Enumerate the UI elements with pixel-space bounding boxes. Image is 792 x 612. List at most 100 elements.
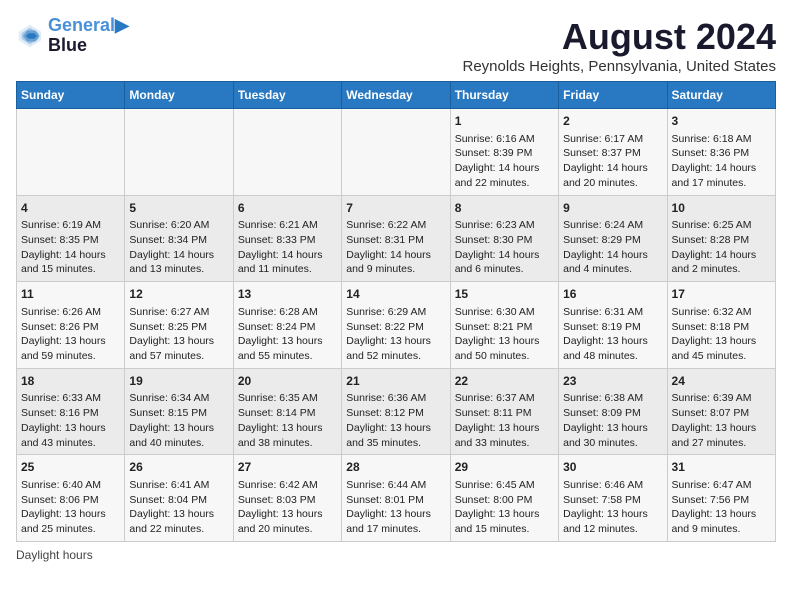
header: General▶ Blue August 2024 Reynolds Heigh… bbox=[16, 16, 776, 75]
calendar-cell: 20Sunrise: 6:35 AM Sunset: 8:14 PM Dayli… bbox=[233, 368, 341, 455]
header-cell-friday: Friday bbox=[559, 82, 667, 109]
day-info: Sunrise: 6:18 AM Sunset: 8:36 PM Dayligh… bbox=[672, 132, 771, 191]
day-number: 19 bbox=[129, 373, 228, 390]
day-number: 4 bbox=[21, 200, 120, 217]
day-info: Sunrise: 6:44 AM Sunset: 8:01 PM Dayligh… bbox=[346, 478, 445, 537]
calendar-cell bbox=[125, 109, 233, 196]
day-number: 2 bbox=[563, 113, 662, 130]
calendar-cell: 19Sunrise: 6:34 AM Sunset: 8:15 PM Dayli… bbox=[125, 368, 233, 455]
day-number: 23 bbox=[563, 373, 662, 390]
calendar-cell: 16 Sunrise: 6:31 AM Sunset: 8:19 PM Dayli… bbox=[559, 282, 667, 369]
week-row-4: 18Sunrise: 6:33 AM Sunset: 8:16 PM Dayli… bbox=[17, 368, 776, 455]
day-info: Sunrise: 6:16 AM Sunset: 8:39 PM Dayligh… bbox=[455, 132, 554, 191]
calendar-cell: 3Sunrise: 6:18 AM Sunset: 8:36 PM Daylig… bbox=[667, 109, 775, 196]
day-number: 12 bbox=[129, 286, 228, 303]
header-cell-sunday: Sunday bbox=[17, 82, 125, 109]
day-info: Sunrise: 6:46 AM Sunset: 7:58 PM Dayligh… bbox=[563, 478, 662, 537]
calendar-cell: 18Sunrise: 6:33 AM Sunset: 8:16 PM Dayli… bbox=[17, 368, 125, 455]
header-cell-wednesday: Wednesday bbox=[342, 82, 450, 109]
calendar-cell: 14Sunrise: 6:29 AM Sunset: 8:22 PM Dayli… bbox=[342, 282, 450, 369]
day-info: Sunrise: 6:29 AM Sunset: 8:22 PM Dayligh… bbox=[346, 305, 445, 364]
calendar-cell: 13Sunrise: 6:28 AM Sunset: 8:24 PM Dayli… bbox=[233, 282, 341, 369]
calendar-cell bbox=[17, 109, 125, 196]
calendar-cell: 5Sunrise: 6:20 AM Sunset: 8:34 PM Daylig… bbox=[125, 195, 233, 282]
day-info: Sunrise: 6:27 AM Sunset: 8:25 PM Dayligh… bbox=[129, 305, 228, 364]
day-number: 8 bbox=[455, 200, 554, 217]
calendar-cell: 31 Sunrise: 6:47 AM Sunset: 7:56 PM Dayli… bbox=[667, 455, 775, 542]
week-row-3: 11 Sunrise: 6:26 AM Sunset: 8:26 PM Dayli… bbox=[17, 282, 776, 369]
logo-accent: ▶ bbox=[115, 15, 129, 35]
calendar-cell: 9Sunrise: 6:24 AM Sunset: 8:29 PM Daylig… bbox=[559, 195, 667, 282]
day-info: Sunrise: 6:34 AM Sunset: 8:15 PM Dayligh… bbox=[129, 391, 228, 450]
day-number: 24 bbox=[672, 373, 771, 390]
day-number: 26 bbox=[129, 459, 228, 476]
header-cell-saturday: Saturday bbox=[667, 82, 775, 109]
header-cell-tuesday: Tuesday bbox=[233, 82, 341, 109]
day-info: Sunrise: 6:42 AM Sunset: 8:03 PM Dayligh… bbox=[238, 478, 337, 537]
day-number: 28 bbox=[346, 459, 445, 476]
day-number: 17 bbox=[672, 286, 771, 303]
day-info: Sunrise: 6:30 AM Sunset: 8:21 PM Dayligh… bbox=[455, 305, 554, 364]
footer-note: Daylight hours bbox=[16, 548, 776, 562]
footer-text: Daylight hours bbox=[16, 548, 93, 562]
week-row-2: 4Sunrise: 6:19 AM Sunset: 8:35 PM Daylig… bbox=[17, 195, 776, 282]
calendar-cell: 30 Sunrise: 6:46 AM Sunset: 7:58 PM Dayli… bbox=[559, 455, 667, 542]
day-info: Sunrise: 6:45 AM Sunset: 8:00 PM Dayligh… bbox=[455, 478, 554, 537]
day-number: 5 bbox=[129, 200, 228, 217]
day-info: Sunrise: 6:24 AM Sunset: 8:29 PM Dayligh… bbox=[563, 218, 662, 277]
calendar-cell: 21Sunrise: 6:36 AM Sunset: 8:12 PM Dayli… bbox=[342, 368, 450, 455]
day-number: 18 bbox=[21, 373, 120, 390]
calendar-cell: 24Sunrise: 6:39 AM Sunset: 8:07 PM Dayli… bbox=[667, 368, 775, 455]
day-number: 1 bbox=[455, 113, 554, 130]
calendar-cell: 28 Sunrise: 6:44 AM Sunset: 8:01 PM Dayli… bbox=[342, 455, 450, 542]
calendar-cell: 12 Sunrise: 6:27 AM Sunset: 8:25 PM Dayli… bbox=[125, 282, 233, 369]
logo-line1: General bbox=[48, 15, 115, 35]
calendar-cell: 8Sunrise: 6:23 AM Sunset: 8:30 PM Daylig… bbox=[450, 195, 558, 282]
calendar-header: SundayMondayTuesdayWednesdayThursdayFrid… bbox=[17, 82, 776, 109]
day-info: Sunrise: 6:33 AM Sunset: 8:16 PM Dayligh… bbox=[21, 391, 120, 450]
title-block: August 2024 Reynolds Heights, Pennsylvan… bbox=[462, 16, 776, 75]
day-number: 15 bbox=[455, 286, 554, 303]
subtitle: Reynolds Heights, Pennsylvania, United S… bbox=[462, 58, 776, 75]
calendar-cell: 22Sunrise: 6:37 AM Sunset: 8:11 PM Dayli… bbox=[450, 368, 558, 455]
calendar-body: 1 Sunrise: 6:16 AM Sunset: 8:39 PM Daylig… bbox=[17, 109, 776, 542]
calendar-cell: 4Sunrise: 6:19 AM Sunset: 8:35 PM Daylig… bbox=[17, 195, 125, 282]
day-info: Sunrise: 6:23 AM Sunset: 8:30 PM Dayligh… bbox=[455, 218, 554, 277]
calendar-cell: 26Sunrise: 6:41 AM Sunset: 8:04 PM Dayli… bbox=[125, 455, 233, 542]
day-number: 11 bbox=[21, 286, 120, 303]
day-info: Sunrise: 6:37 AM Sunset: 8:11 PM Dayligh… bbox=[455, 391, 554, 450]
header-row: SundayMondayTuesdayWednesdayThursdayFrid… bbox=[17, 82, 776, 109]
day-info: Sunrise: 6:20 AM Sunset: 8:34 PM Dayligh… bbox=[129, 218, 228, 277]
header-cell-thursday: Thursday bbox=[450, 82, 558, 109]
day-info: Sunrise: 6:31 AM Sunset: 8:19 PM Dayligh… bbox=[563, 305, 662, 364]
day-info: Sunrise: 6:32 AM Sunset: 8:18 PM Dayligh… bbox=[672, 305, 771, 364]
calendar-cell: 2Sunrise: 6:17 AM Sunset: 8:37 PM Daylig… bbox=[559, 109, 667, 196]
day-info: Sunrise: 6:47 AM Sunset: 7:56 PM Dayligh… bbox=[672, 478, 771, 537]
day-info: Sunrise: 6:21 AM Sunset: 8:33 PM Dayligh… bbox=[238, 218, 337, 277]
week-row-5: 25Sunrise: 6:40 AM Sunset: 8:06 PM Dayli… bbox=[17, 455, 776, 542]
day-number: 21 bbox=[346, 373, 445, 390]
logo-text: General▶ Blue bbox=[48, 16, 129, 56]
day-info: Sunrise: 6:22 AM Sunset: 8:31 PM Dayligh… bbox=[346, 218, 445, 277]
day-number: 20 bbox=[238, 373, 337, 390]
day-number: 30 bbox=[563, 459, 662, 476]
calendar-cell: 23Sunrise: 6:38 AM Sunset: 8:09 PM Dayli… bbox=[559, 368, 667, 455]
calendar-cell bbox=[233, 109, 341, 196]
logo-line2: Blue bbox=[48, 36, 129, 56]
calendar-cell: 6Sunrise: 6:21 AM Sunset: 8:33 PM Daylig… bbox=[233, 195, 341, 282]
day-number: 7 bbox=[346, 200, 445, 217]
calendar-cell: 15 Sunrise: 6:30 AM Sunset: 8:21 PM Dayli… bbox=[450, 282, 558, 369]
day-number: 29 bbox=[455, 459, 554, 476]
day-info: Sunrise: 6:19 AM Sunset: 8:35 PM Dayligh… bbox=[21, 218, 120, 277]
day-number: 22 bbox=[455, 373, 554, 390]
day-info: Sunrise: 6:28 AM Sunset: 8:24 PM Dayligh… bbox=[238, 305, 337, 364]
main-title: August 2024 bbox=[462, 16, 776, 58]
day-number: 6 bbox=[238, 200, 337, 217]
day-number: 31 bbox=[672, 459, 771, 476]
logo: General▶ Blue bbox=[16, 16, 129, 56]
logo-icon bbox=[16, 22, 44, 50]
day-info: Sunrise: 6:38 AM Sunset: 8:09 PM Dayligh… bbox=[563, 391, 662, 450]
day-number: 16 bbox=[563, 286, 662, 303]
day-info: Sunrise: 6:26 AM Sunset: 8:26 PM Dayligh… bbox=[21, 305, 120, 364]
calendar-cell: 25Sunrise: 6:40 AM Sunset: 8:06 PM Dayli… bbox=[17, 455, 125, 542]
